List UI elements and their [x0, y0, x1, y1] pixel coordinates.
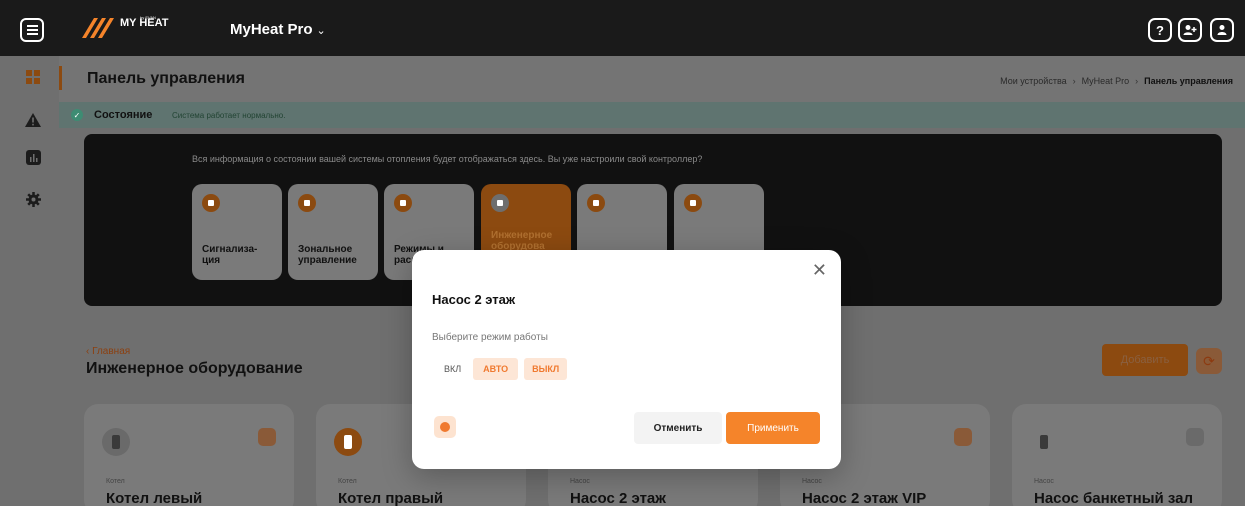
warning-icon[interactable]	[24, 111, 42, 129]
banner-text: Вся информация о состоянии вашей системы…	[192, 154, 703, 164]
device-name: Котел правый	[338, 490, 444, 506]
boiler-icon	[334, 428, 362, 456]
tile-label: Сигнализа- ция	[202, 244, 258, 266]
thermometer-icon	[298, 194, 316, 212]
sidebar	[0, 56, 59, 506]
status-label: Состояние	[94, 109, 153, 121]
dialog-subtitle: Выберите режим работы	[432, 332, 548, 343]
check-circle-icon: ✓	[71, 109, 83, 121]
tile-alarm[interactable]: Сигнализа- ция	[192, 184, 282, 280]
boiler-icon	[102, 428, 130, 456]
add-user-icon[interactable]	[1178, 18, 1202, 42]
chart-icon[interactable]	[24, 148, 42, 166]
refresh-icon[interactable]: ⟳	[1196, 348, 1222, 374]
page-title: Панель управления	[87, 70, 245, 87]
lock-icon	[202, 194, 220, 212]
breadcrumb-current: Панель управления	[1144, 76, 1233, 86]
breadcrumb-separator-icon: ›	[1135, 76, 1139, 86]
device-type: Насос	[802, 478, 822, 485]
add-button[interactable]: Добавить	[1102, 344, 1188, 376]
settings-gear-icon[interactable]	[434, 416, 456, 438]
myheat-logo[interactable]: MY HEAT by EVAN	[78, 12, 188, 42]
stats-icon[interactable]	[258, 428, 276, 446]
device-selector-label: MyHeat Pro	[230, 21, 313, 38]
mode-auto-button[interactable]: АВТО	[473, 358, 519, 380]
sensor-icon	[587, 194, 605, 212]
chevron-down-icon: ⌄	[316, 25, 326, 37]
menu-icon[interactable]	[20, 18, 44, 42]
section-title: Инженерное оборудование	[86, 360, 303, 377]
header-accent-bar	[59, 66, 62, 90]
pump-icon	[1030, 428, 1058, 456]
calendar-icon	[394, 194, 412, 212]
top-bar: MY HEAT by EVAN MyHeat Pro ⌄ ?	[0, 0, 1245, 56]
breadcrumb-item[interactable]: MyHeat Pro	[1082, 76, 1130, 86]
status-text: Система работает нормально.	[172, 111, 286, 120]
device-card[interactable]: Котел Котел левый	[84, 404, 294, 506]
device-name: Насос банкетный зал	[1034, 490, 1194, 506]
help-icon[interactable]: ?	[1148, 18, 1172, 42]
breadcrumb-separator-icon: ›	[1072, 76, 1076, 86]
mode-selector: ВКЛ АВТО ВЫКЛ	[438, 358, 568, 380]
user-icon[interactable]	[1210, 18, 1234, 42]
device-type: Котел	[106, 478, 125, 485]
svg-text:by EVAN: by EVAN	[140, 15, 156, 20]
puzzle-icon	[684, 194, 702, 212]
apply-button[interactable]: Применить	[726, 412, 820, 444]
mode-on-button[interactable]: ВКЛ	[438, 358, 467, 380]
page-header: Панель управления Мои устройства › MyHea…	[59, 56, 1245, 102]
mode-off-button[interactable]: ВЫКЛ	[524, 358, 568, 380]
stats-icon[interactable]	[1186, 428, 1204, 446]
close-icon[interactable]: ✕	[812, 260, 827, 281]
device-type: Насос	[1034, 478, 1054, 485]
settings-gear-icon[interactable]	[24, 190, 42, 208]
back-link-label: Главная	[92, 346, 131, 357]
tile-zone-control[interactable]: Зональное управление	[288, 184, 378, 280]
device-card[interactable]: Насос Насос банкетный зал	[1012, 404, 1222, 506]
device-type: Насос	[570, 478, 590, 485]
dialog-title: Насос 2 этаж	[432, 292, 516, 307]
device-type: Котел	[338, 478, 357, 485]
device-name: Котел левый	[106, 490, 203, 506]
device-name: Насос 2 этаж	[570, 490, 666, 506]
cancel-button[interactable]: Отменить	[634, 412, 722, 444]
mode-dialog: ✕ Насос 2 этаж Выберите режим работы ВКЛ…	[412, 250, 841, 469]
tile-label: Зональное управление	[298, 244, 357, 266]
device-name: Насос 2 этаж VIP	[802, 490, 927, 506]
gear-icon	[491, 194, 509, 212]
breadcrumb: Мои устройства › MyHeat Pro › Панель упр…	[1000, 76, 1233, 86]
dashboard-icon[interactable]	[24, 68, 42, 86]
stats-icon[interactable]	[954, 428, 972, 446]
tile-label: Инженерное оборудова	[491, 230, 553, 252]
breadcrumb-item[interactable]: Мои устройства	[1000, 76, 1067, 86]
back-link[interactable]: ‹ Главная	[86, 346, 130, 357]
device-selector[interactable]: MyHeat Pro ⌄	[230, 21, 326, 38]
status-bar: ✓ Состояние Система работает нормально.	[59, 102, 1245, 128]
